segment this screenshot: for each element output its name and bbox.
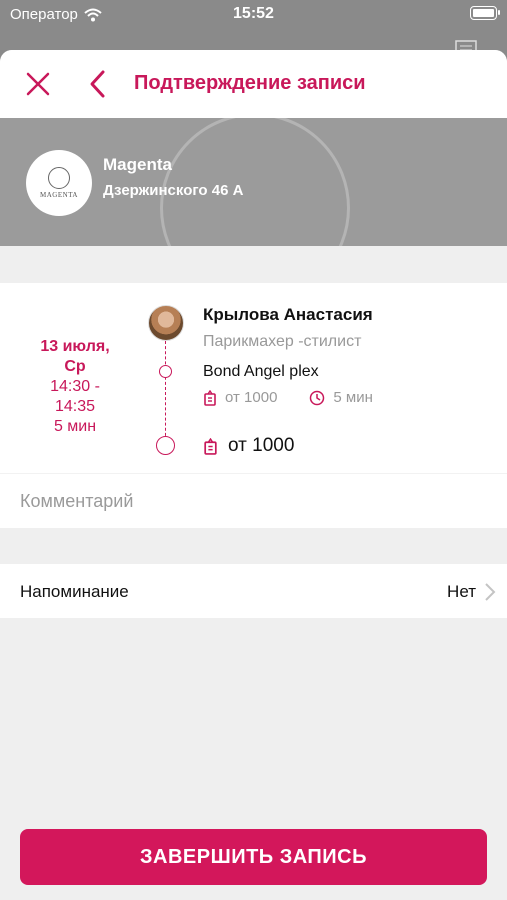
master-avatar <box>148 305 184 341</box>
close-icon[interactable] <box>24 70 52 98</box>
status-bar: Оператор 15:52 <box>0 0 507 30</box>
salon-name: Magenta <box>103 155 172 174</box>
timeline-dot-total <box>156 436 175 455</box>
booking-confirmation-sheet: Подтверждение записи MAGENTA Magenta Дзе… <box>0 50 507 900</box>
comment-input[interactable] <box>20 474 480 529</box>
reminder-label: Напоминание <box>20 582 129 601</box>
nav-bar: Подтверждение записи <box>0 50 507 118</box>
comment-row <box>0 473 507 529</box>
booking-weekday: Ср <box>64 358 86 375</box>
chevron-right-icon <box>485 583 496 601</box>
clock-icon <box>310 390 325 405</box>
service-price: от 1000 <box>225 389 278 406</box>
service-meta: от 1000 5 мин <box>203 389 373 406</box>
booking-duration: 5 мин <box>53 418 97 435</box>
reminder-row[interactable]: Напоминание Нет <box>0 564 507 618</box>
salon-header: MAGENTA Magenta Дзержинского 46 А <box>0 118 507 246</box>
total-price: от 1000 <box>228 435 295 456</box>
price-tag-icon <box>204 389 216 406</box>
timeline-line <box>165 341 166 441</box>
booking-date: 13 июля, <box>40 338 110 355</box>
logo-mark-icon <box>48 167 70 189</box>
salon-logo: MAGENTA <box>26 150 92 216</box>
booking-details: 13 июля, Ср 14:30 - 14:35 5 мин Крылова … <box>0 283 507 473</box>
clock: 15:52 <box>233 5 274 22</box>
booking-time-end: 14:35 <box>54 398 96 415</box>
logo-text: MAGENTA <box>40 191 78 199</box>
master-role: Парикмахер -стилист <box>203 333 362 350</box>
master-name: Крылова Анастасия <box>203 305 373 324</box>
complete-booking-button[interactable]: ЗАВЕРШИТЬ ЗАПИСЬ <box>20 829 487 885</box>
service-duration: 5 мин <box>333 389 373 406</box>
booking-datetime: 13 июля, Ср 14:30 - 14:35 5 мин <box>20 337 130 437</box>
timeline-dot-service <box>159 365 172 378</box>
service-name: Bond Angel plex <box>203 363 319 380</box>
reminder-value: Нет <box>447 582 476 601</box>
price-tag-icon <box>204 437 217 455</box>
back-icon[interactable] <box>86 68 110 100</box>
page-title: Подтверждение записи <box>134 72 366 94</box>
booking-time-start: 14:30 - <box>50 378 100 395</box>
battery-icon <box>470 6 500 20</box>
salon-address: Дзержинского 46 А <box>103 182 244 199</box>
booking-total: от 1000 <box>203 435 294 457</box>
